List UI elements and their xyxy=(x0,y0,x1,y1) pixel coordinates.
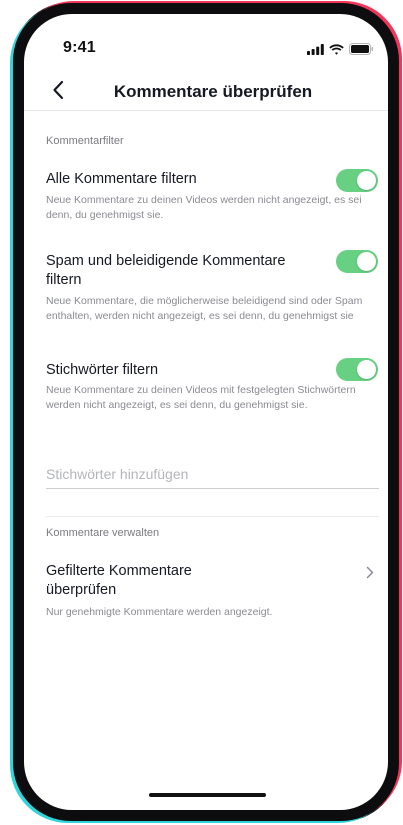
section-label-filter: Kommentarfilter xyxy=(46,135,124,147)
battery-icon xyxy=(349,42,374,60)
setting-title-spam: Spam und beleidigende Kommentare filtern xyxy=(46,253,286,288)
nav-header: Kommentare überprüfen xyxy=(24,74,388,111)
toggle-all-comments[interactable] xyxy=(336,169,378,192)
keyword-input[interactable] xyxy=(46,460,379,489)
toggle-knob xyxy=(357,360,376,379)
toggle-spam[interactable] xyxy=(336,250,378,273)
wifi-icon xyxy=(329,42,344,60)
signal-icon xyxy=(307,42,324,60)
home-indicator xyxy=(149,793,266,797)
section-label-manage: Kommentare verwalten xyxy=(46,527,160,539)
setting-desc-spam: Neue Kommentare, die möglicherweise bele… xyxy=(46,295,363,322)
status-time: 9:41 xyxy=(63,39,96,56)
setting-title-keywords: Stichwörter filtern xyxy=(46,362,159,378)
phone-screen: 9:41 Kommentare überprüfen Kommentarfilt… xyxy=(24,14,388,810)
toggle-keywords[interactable] xyxy=(336,358,378,381)
page-title: Kommentare überprüfen xyxy=(113,82,313,101)
setting-title-all-comments: Alle Kommentare filtern xyxy=(46,171,197,187)
phone-frame: 9:41 Kommentare überprüfen Kommentarfilt… xyxy=(13,3,399,821)
section-divider xyxy=(46,516,379,517)
setting-desc-all-comments: Neue Kommentare zu deinen Videos werden … xyxy=(46,194,362,221)
status-bar: 9:41 xyxy=(24,14,388,74)
review-filtered-comments-link[interactable]: Gefilterte Kommentare überprüfen xyxy=(46,562,216,600)
stage: 9:41 Kommentare überprüfen Kommentarfilt… xyxy=(0,0,403,825)
toggle-knob xyxy=(357,252,376,271)
toggle-knob xyxy=(357,171,376,190)
review-filtered-comments-desc: Nur genehmigte Kommentare werden angezei… xyxy=(46,606,273,618)
status-icons xyxy=(307,42,374,60)
setting-desc-keywords: Neue Kommentare zu deinen Videos mit fes… xyxy=(46,384,356,411)
chevron-right-icon[interactable] xyxy=(366,566,374,584)
